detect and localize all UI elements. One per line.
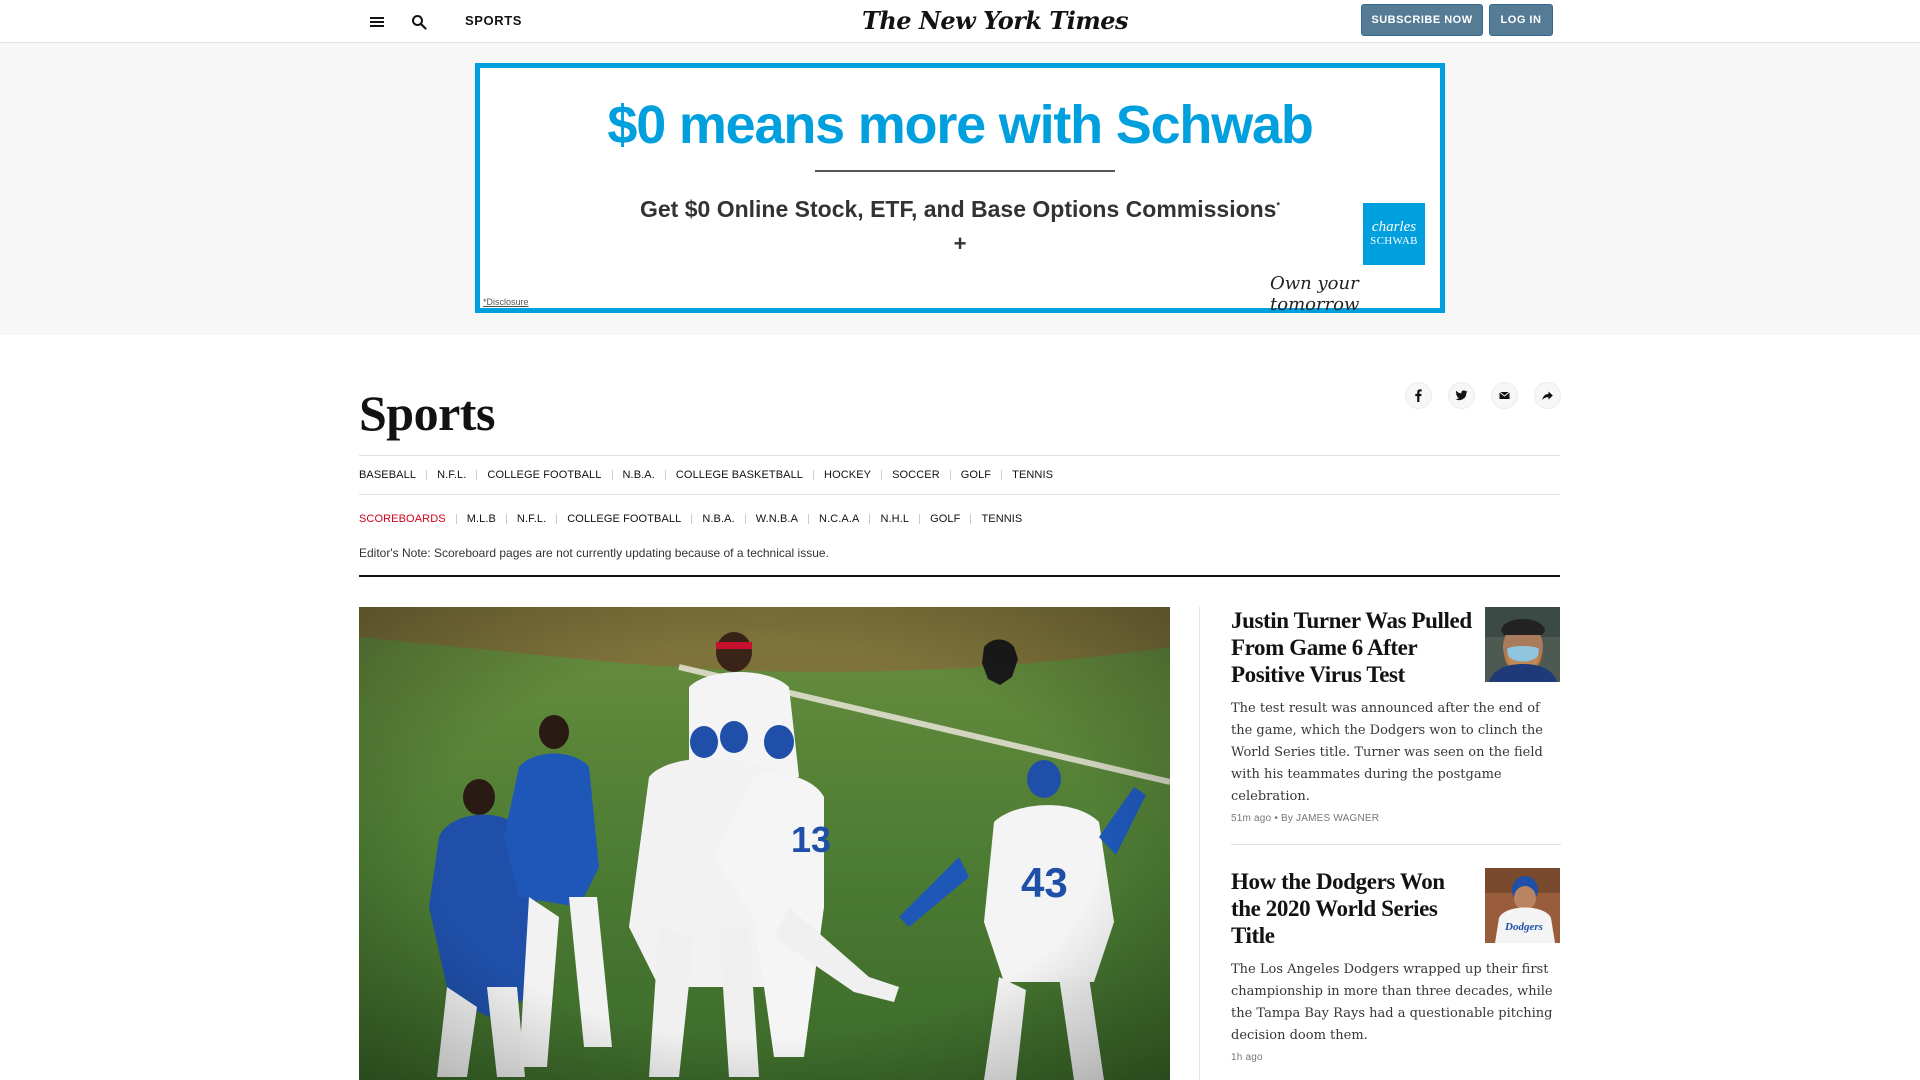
email-icon[interactable] xyxy=(1491,382,1518,409)
ad-divider xyxy=(815,170,1115,172)
twitter-icon[interactable] xyxy=(1448,382,1475,409)
nav-item-baseball[interactable]: BASEBALL xyxy=(359,470,426,481)
svg-text:Dodgers: Dodgers xyxy=(1504,921,1543,933)
nyt-logo[interactable]: The New York Times xyxy=(862,6,1129,35)
scoreboard-mlb[interactable]: M.L.B xyxy=(455,514,506,525)
story-divider xyxy=(1231,844,1561,845)
nav-item-nba[interactable]: N.B.A. xyxy=(611,470,665,481)
ad-plus: + xyxy=(953,231,967,256)
top-bar: SPORTS The New York Times SUBSCRIBE NOW … xyxy=(0,0,1920,43)
login-button[interactable]: LOG IN xyxy=(1489,4,1553,36)
section-divider xyxy=(359,575,1560,577)
story-summary: The Los Angeles Dodgers wrapped up their… xyxy=(1231,962,1553,1043)
ad-band: $0 means more with Schwab Get $0 Online … xyxy=(0,43,1920,335)
scoreboard-nba[interactable]: N.B.A. xyxy=(691,514,744,525)
story-summary: The test result was announced after the … xyxy=(1231,701,1543,804)
scoreboard-golf[interactable]: GOLF xyxy=(919,514,970,525)
schwab-logo-line2: SCHWAB xyxy=(1370,235,1418,248)
editor-note: Editor's Note: Scoreboard pages are not … xyxy=(359,546,829,560)
scoreboard-nhl[interactable]: N.H.L xyxy=(869,514,919,525)
menu-icon[interactable] xyxy=(364,9,390,35)
nav-item-nfl[interactable]: N.F.L. xyxy=(426,470,476,481)
story-time: 51m ago xyxy=(1231,813,1272,824)
search-icon[interactable] xyxy=(406,9,432,35)
lead-photo[interactable]: 13 43 xyxy=(359,607,1170,1080)
ad-headline: $0 means more with Schwab xyxy=(607,95,1313,155)
sports-nav: BASEBALL N.F.L. COLLEGE FOOTBALL N.B.A. … xyxy=(359,455,1560,495)
schwab-logo: charles SCHWAB xyxy=(1363,203,1425,265)
story-headline[interactable]: How the Dodgers Won the 2020 World Serie… xyxy=(1231,868,1476,949)
nav-item-golf[interactable]: GOLF xyxy=(949,470,1001,481)
subscribe-button[interactable]: SUBSCRIBE NOW xyxy=(1361,4,1483,36)
ad-disclosure-link[interactable]: *Disclosure xyxy=(483,297,529,307)
scoreboard-college-football[interactable]: COLLEGE FOOTBALL xyxy=(556,514,691,525)
nav-item-college-basketball[interactable]: COLLEGE BASKETBALL xyxy=(664,470,813,481)
share-icon[interactable] xyxy=(1534,382,1561,409)
story-card[interactable]: How the Dodgers Won the 2020 World Serie… xyxy=(1231,868,1561,1063)
ad-subline-mark: * xyxy=(1276,200,1280,211)
scoreboard-nfl[interactable]: N.F.L. xyxy=(505,514,556,525)
section-link-sports[interactable]: SPORTS xyxy=(465,13,522,28)
story-thumbnail[interactable] xyxy=(1485,607,1560,682)
story-card[interactable]: Justin Turner Was Pulled From Game 6 Aft… xyxy=(1231,607,1561,824)
facebook-icon[interactable] xyxy=(1405,382,1432,409)
story-time: 1h ago xyxy=(1231,1052,1263,1063)
scoreboard-wnba[interactable]: W.N.B.A xyxy=(744,514,808,525)
story-headline[interactable]: Justin Turner Was Pulled From Game 6 Aft… xyxy=(1231,607,1476,688)
page-title: Sports xyxy=(359,385,495,441)
nav-item-scoreboards[interactable]: SCOREBOARDS xyxy=(359,514,456,525)
ad-subline: Get $0 Online Stock, ETF, and Base Optio… xyxy=(640,196,1280,222)
nav-item-college-football[interactable]: COLLEGE FOOTBALL xyxy=(476,470,611,481)
nav-item-soccer[interactable]: SOCCER xyxy=(881,470,950,481)
story-meta: 51m ago • By JAMES WAGNER xyxy=(1231,813,1561,824)
scoreboard-tennis[interactable]: TENNIS xyxy=(970,514,1032,525)
schwab-logo-line1: charles xyxy=(1371,219,1417,236)
story-byline: By JAMES WAGNER xyxy=(1281,813,1380,824)
nav-item-tennis[interactable]: TENNIS xyxy=(1001,470,1063,481)
scoreboard-ncaa[interactable]: N.C.A.A xyxy=(808,514,869,525)
column-divider xyxy=(1199,607,1200,1080)
story-thumbnail[interactable]: Dodgers xyxy=(1485,868,1560,943)
nav-item-hockey[interactable]: HOCKEY xyxy=(813,470,881,481)
story-meta: 1h ago xyxy=(1231,1052,1561,1063)
scoreboards-nav: SCOREBOARDS M.L.B N.F.L. COLLEGE FOOTBAL… xyxy=(359,508,1560,530)
story-meta-separator: • xyxy=(1274,813,1281,824)
schwab-ad[interactable]: $0 means more with Schwab Get $0 Online … xyxy=(475,63,1445,315)
ad-tagline: Own your tomorrow xyxy=(1270,273,1360,315)
